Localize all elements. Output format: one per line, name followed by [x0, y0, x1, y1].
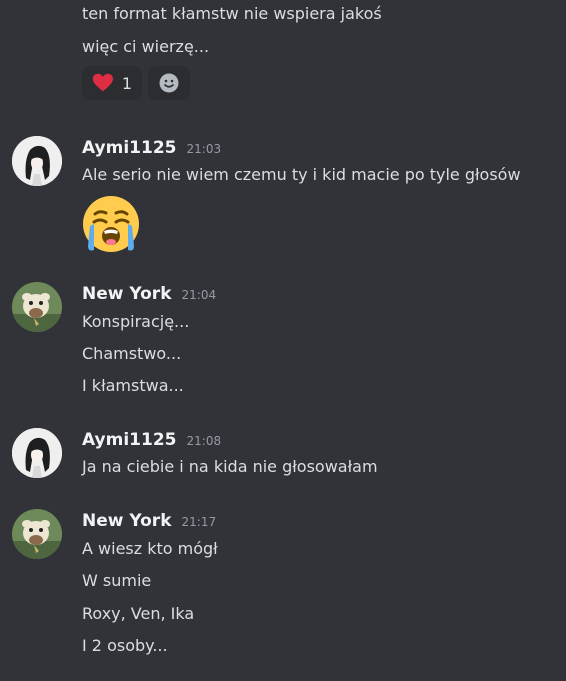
avatar-image — [12, 282, 62, 332]
add-reaction-icon — [159, 73, 179, 93]
message-header: New York 21:17 — [82, 511, 216, 531]
avatar-image — [12, 509, 62, 559]
message-text: Ja na ciebie i na kida nie głosowałam — [82, 457, 378, 476]
message-text: Konspirację... — [82, 312, 190, 331]
message-text: W sumie — [82, 571, 152, 590]
reaction-heart[interactable]: 1 — [82, 66, 142, 100]
username[interactable]: Aymi1125 — [82, 138, 177, 158]
add-reaction-button[interactable] — [148, 66, 190, 100]
message-text: ten format kłamstw nie wspiera jakoś — [82, 4, 382, 23]
message-text: Ale serio nie wiem czemu ty i kid macie … — [82, 165, 521, 184]
message-text: Roxy, Ven, Ika — [82, 604, 195, 623]
username[interactable]: New York — [82, 284, 172, 304]
timestamp: 21:04 — [181, 288, 217, 302]
username[interactable]: New York — [82, 511, 172, 531]
avatar[interactable] — [12, 282, 62, 332]
username[interactable]: Aymi1125 — [82, 430, 177, 450]
reaction-count: 1 — [121, 73, 132, 93]
avatar[interactable] — [12, 136, 62, 186]
reactions-bar: 1 — [82, 66, 190, 100]
loudly-crying-face-emoji — [83, 196, 139, 252]
message-header: New York 21:04 — [82, 284, 216, 304]
heart-icon — [92, 73, 113, 92]
message-text: Chamstwo... — [82, 344, 182, 363]
avatar-image — [12, 428, 62, 478]
timestamp: 21:08 — [186, 434, 222, 448]
message-text: I kłamstwa... — [82, 376, 184, 395]
message-header: Aymi1125 21:03 — [82, 138, 221, 158]
message-text: więc ci wierzę... — [82, 37, 210, 56]
avatar-image — [12, 136, 62, 186]
avatar[interactable] — [12, 428, 62, 478]
message-text: I 2 osoby... — [82, 636, 168, 655]
timestamp: 21:17 — [181, 515, 217, 529]
timestamp: 21:03 — [186, 142, 222, 156]
message-header: Aymi1125 21:08 — [82, 430, 221, 450]
avatar[interactable] — [12, 509, 62, 559]
message-text: A wiesz kto mógł — [82, 539, 218, 558]
